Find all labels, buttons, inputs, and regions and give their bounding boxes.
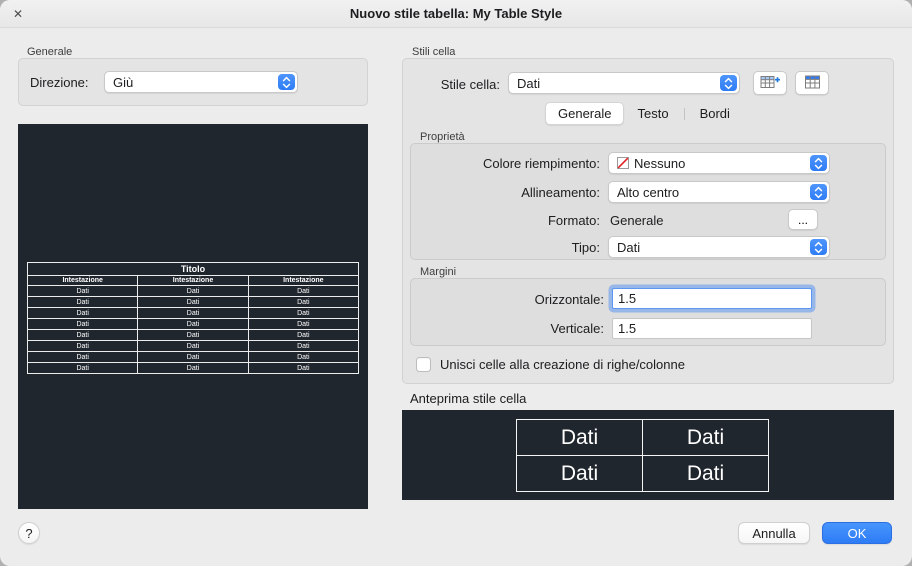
preview-data-cell: Dati — [26, 362, 139, 374]
manage-cell-styles-button[interactable] — [795, 71, 829, 95]
preview-data-cell: Dati — [247, 362, 360, 374]
preview-data-cell: Dati — [26, 296, 139, 308]
chevron-up-down-icon — [720, 75, 737, 91]
cell-style-tabs: Generale Testo Bordi — [545, 102, 743, 125]
direction-select[interactable]: Giù — [104, 71, 298, 93]
preview-data-cell: Dati — [137, 340, 249, 352]
direction-value: Giù — [113, 74, 134, 90]
preview-cell: Dati — [642, 419, 769, 456]
preview-data-cell: Dati — [137, 307, 249, 319]
help-button[interactable]: ? — [18, 522, 40, 544]
type-label: Tipo: — [571, 240, 600, 255]
preview-data-cell: Dati — [26, 318, 139, 330]
preview-data-cell: Dati — [26, 329, 139, 341]
none-color-swatch-icon — [617, 157, 629, 169]
cell-style-select[interactable]: Dati — [508, 72, 740, 94]
preview-data-cell: Dati — [247, 318, 360, 330]
preview-data-cell: Dati — [247, 296, 360, 308]
chevron-up-down-icon — [810, 239, 827, 255]
preview-data-cell: Dati — [137, 296, 249, 308]
vertical-input[interactable] — [612, 318, 812, 339]
close-button[interactable]: ✕ — [10, 6, 26, 22]
preview-data-cell: Dati — [26, 351, 139, 363]
close-icon: ✕ — [12, 7, 24, 21]
fill-color-value: Nessuno — [634, 155, 686, 171]
table-plus-icon — [760, 74, 781, 93]
alignment-select[interactable]: Alto centro — [608, 181, 830, 203]
preview-data-cell: Dati — [247, 285, 360, 297]
horizontal-input[interactable] — [612, 288, 812, 309]
preview-data-cell: Dati — [137, 329, 249, 341]
chevron-up-down-icon — [278, 74, 295, 90]
cell-style-preview: Dati Dati Dati Dati — [402, 410, 894, 500]
new-cell-style-button[interactable] — [753, 71, 787, 95]
vertical-label: Verticale: — [550, 321, 604, 336]
tab-testo[interactable]: Testo — [624, 102, 681, 125]
window-title: Nuovo stile tabella: My Table Style — [349, 6, 563, 21]
preview-title-cell: Titolo — [27, 262, 359, 276]
preview-data-cell: Dati — [247, 329, 360, 341]
alignment-value: Alto centro — [617, 184, 680, 200]
preview-header-cell: Intestazione — [26, 275, 139, 286]
tab-bordi[interactable]: Bordi — [687, 102, 743, 125]
alignment-label: Allineamento: — [521, 185, 600, 200]
merge-cells-label: Unisci celle alla creazione di righe/col… — [440, 357, 685, 372]
cancel-button[interactable]: Annulla — [738, 522, 810, 544]
chevron-up-down-icon — [810, 184, 827, 200]
preview-data-cell: Dati — [247, 340, 360, 352]
preview-data-cell: Dati — [247, 307, 360, 319]
cell-styles-group-label: Stili cella — [412, 46, 456, 58]
cell-style-label: Stile cella: — [440, 77, 500, 92]
horizontal-label: Orizzontale: — [534, 292, 604, 307]
format-value: Generale — [610, 213, 664, 228]
preview-data-cell: Dati — [247, 351, 360, 363]
preview-data-cell: Dati — [26, 285, 139, 297]
margins-group-label: Margini — [420, 266, 457, 278]
general-group-label: Generale — [27, 46, 73, 58]
cell-preview-label: Anteprima stile cella — [410, 391, 527, 406]
preview-header-cell: Intestazione — [247, 275, 360, 286]
preview-data-cell: Dati — [137, 351, 249, 363]
fill-color-select[interactable]: Nessuno — [608, 152, 830, 174]
preview-data-cell: Dati — [137, 362, 249, 374]
format-more-button[interactable]: ... — [788, 209, 818, 230]
tab-divider — [683, 107, 685, 120]
table-style-dialog: ✕ Nuovo stile tabella: My Table Style Ge… — [0, 0, 912, 566]
preview-data-cell: Dati — [26, 307, 139, 319]
direction-label: Direzione: — [30, 75, 89, 90]
fill-color-label: Colore riempimento: — [482, 156, 600, 171]
table-grid-icon — [802, 74, 823, 93]
ok-button[interactable]: OK — [822, 522, 892, 544]
tab-generale[interactable]: Generale — [545, 102, 625, 125]
preview-data-cell: Dati — [137, 318, 249, 330]
table-style-preview: Titolo Intestazione Intestazione Intesta… — [18, 124, 368, 509]
titlebar: ✕ Nuovo stile tabella: My Table Style — [0, 0, 912, 28]
type-value: Dati — [617, 239, 641, 255]
preview-cell: Dati — [642, 455, 769, 492]
properties-group-label: Proprietà — [420, 131, 465, 143]
cell-style-preview-table: Dati Dati Dati Dati — [516, 419, 769, 492]
preview-cell: Dati — [516, 455, 643, 492]
preview-data-cell: Dati — [137, 285, 249, 297]
type-select[interactable]: Dati — [608, 236, 830, 258]
merge-cells-checkbox[interactable] — [416, 357, 431, 372]
cell-style-value: Dati — [517, 75, 541, 91]
chevron-up-down-icon — [810, 155, 827, 171]
preview-cell: Dati — [516, 419, 643, 456]
preview-data-cell: Dati — [26, 340, 139, 352]
format-label: Formato: — [547, 213, 600, 228]
preview-header-cell: Intestazione — [137, 275, 249, 286]
table-style-preview-table: Titolo Intestazione Intestazione Intesta… — [26, 262, 360, 374]
